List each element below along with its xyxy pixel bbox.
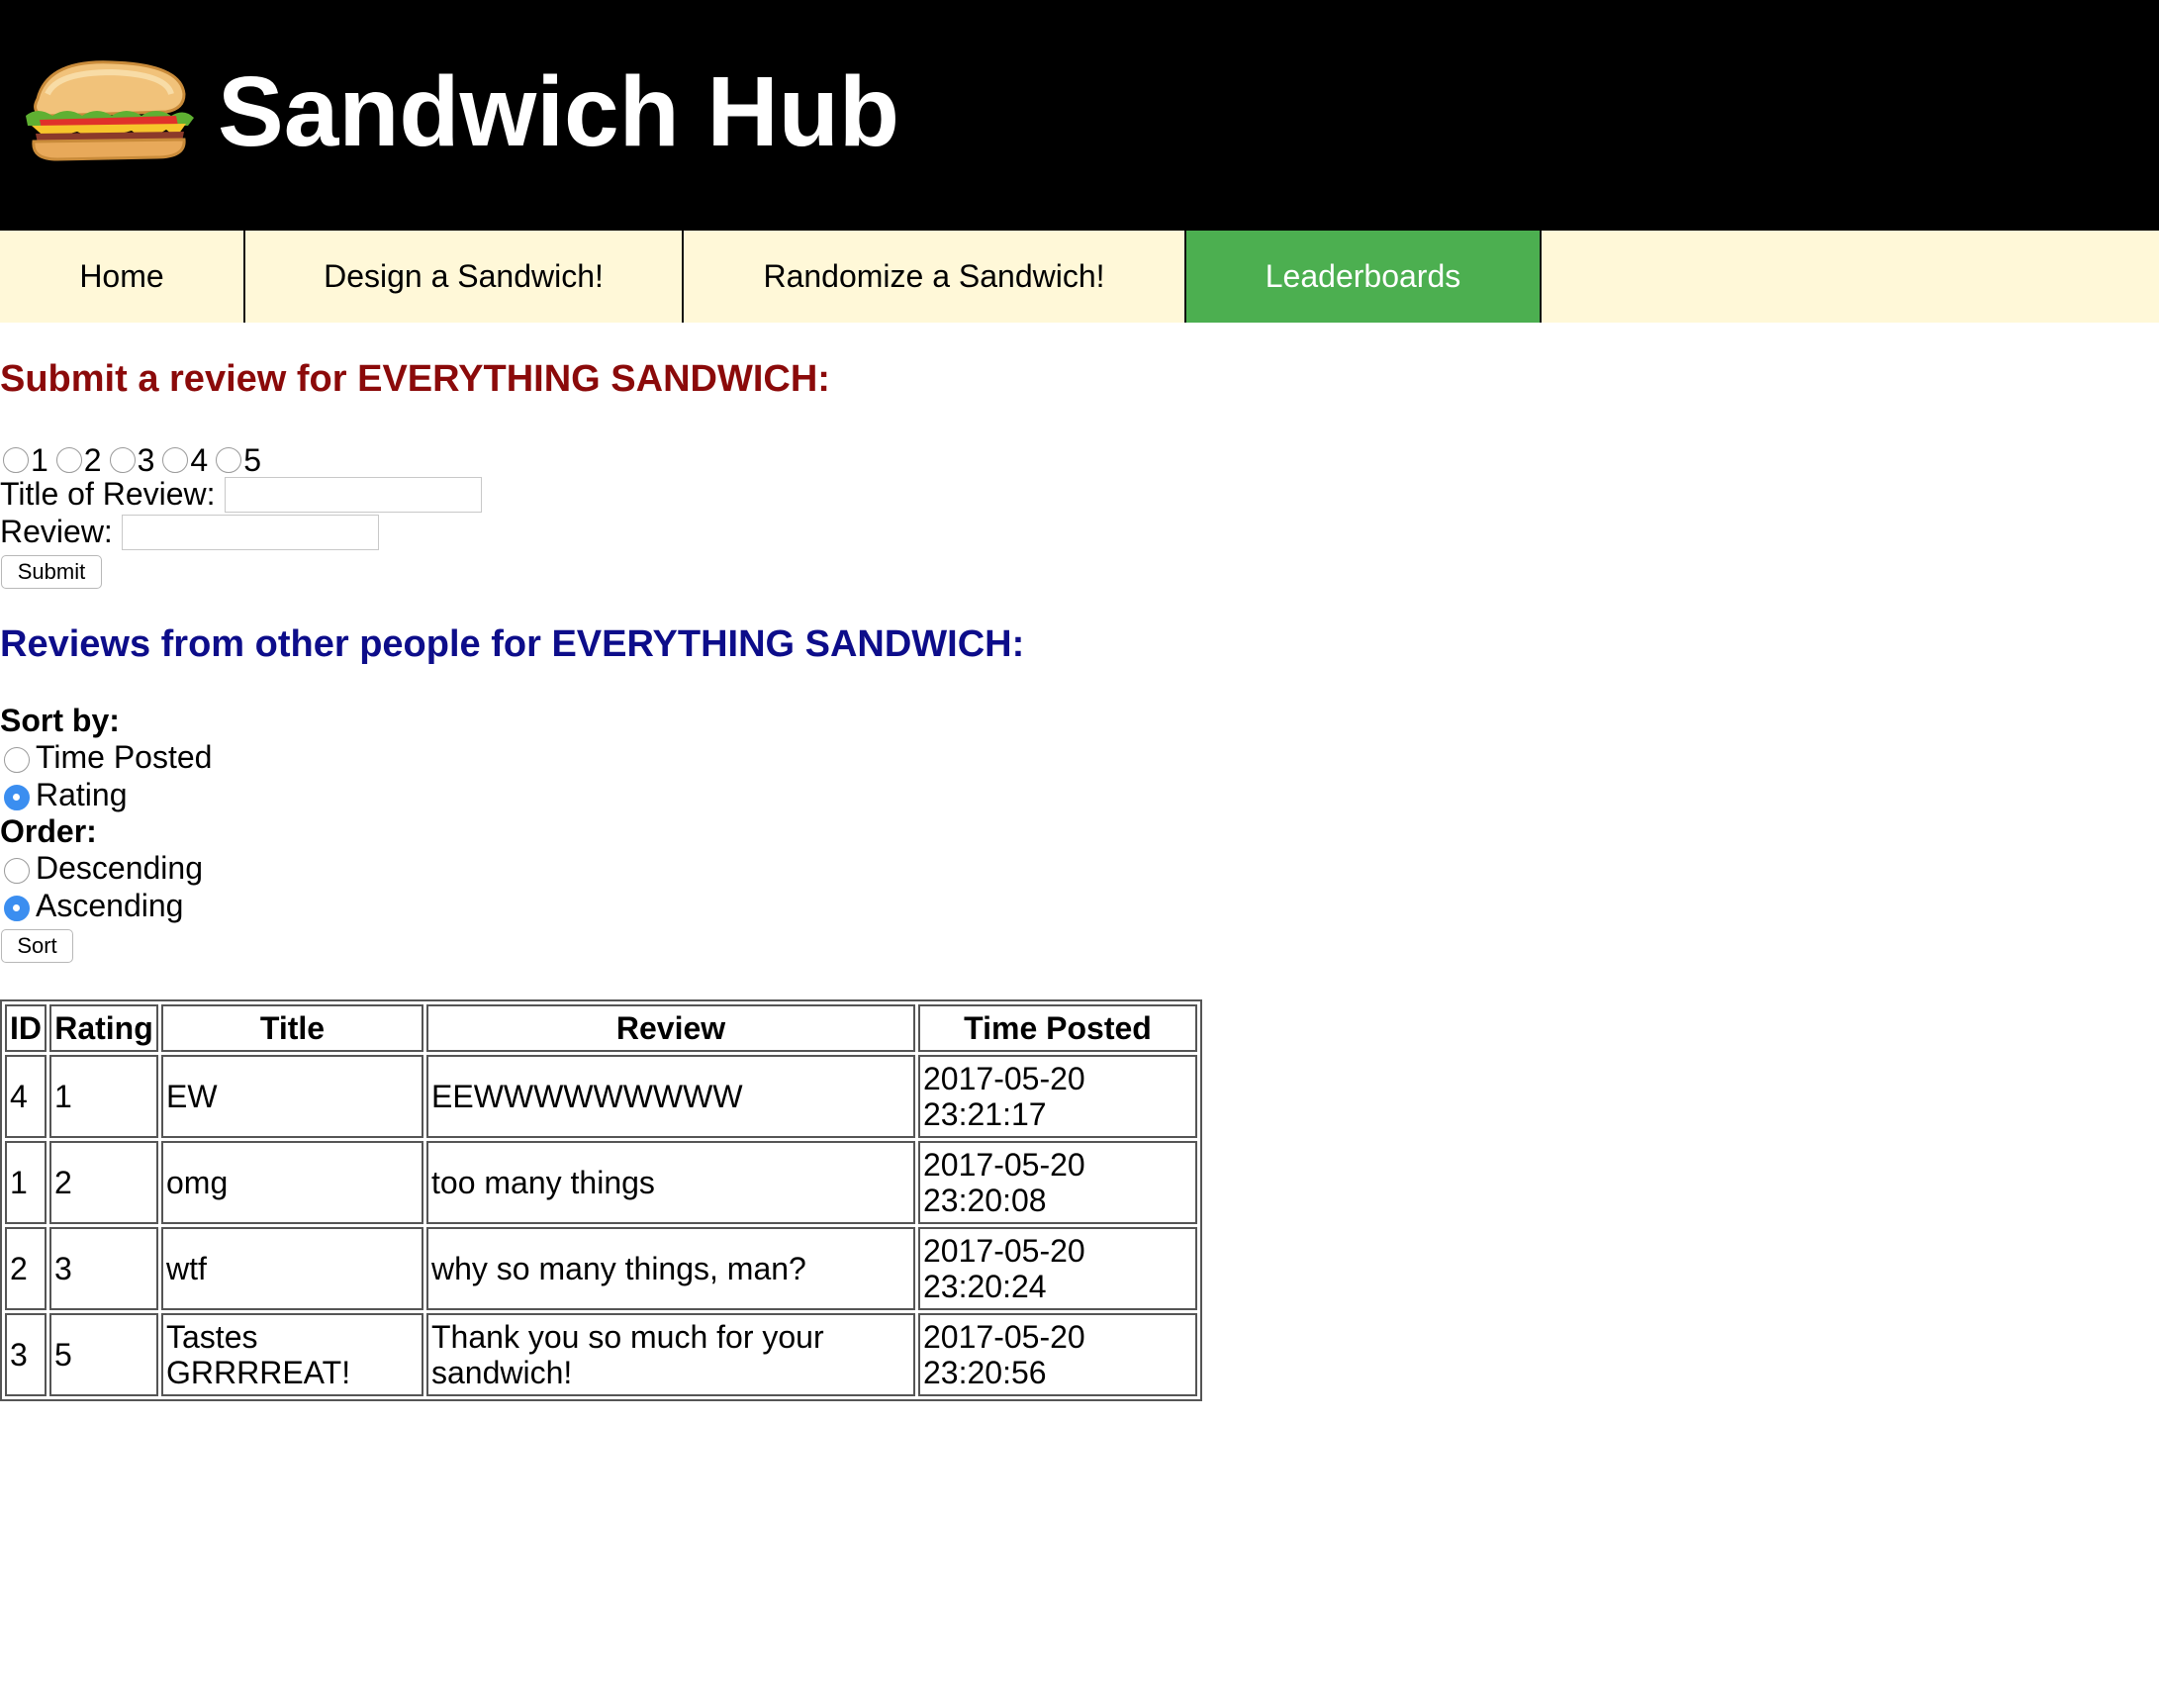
cell-id: 2 [5, 1227, 47, 1310]
sort-by-label: Sort by: [0, 703, 120, 738]
rating-radio-5[interactable] [216, 446, 242, 473]
order-label: Order: [0, 813, 97, 849]
rating-radio-3[interactable] [109, 446, 136, 473]
cell-rating: 1 [49, 1055, 158, 1138]
rating-option-5[interactable]: 5 [216, 439, 261, 478]
cell-review: too many things [426, 1141, 915, 1224]
cell-id: 1 [5, 1141, 47, 1224]
cell-title: Tastes GRRRREAT! [161, 1313, 423, 1396]
cell-time-posted: 2017-05-20 23:20:56 [918, 1313, 1197, 1396]
order-ascending-radio[interactable] [4, 895, 30, 921]
column-header-time-posted: Time Posted [918, 1004, 1197, 1052]
cell-review: EEWWWWWWWWW [426, 1055, 915, 1138]
nav-home[interactable]: Home [0, 231, 245, 323]
submit-button[interactable]: Submit [1, 555, 102, 589]
sort-option-time-posted[interactable]: Time Posted [0, 739, 212, 775]
cell-id: 4 [5, 1055, 47, 1138]
main-nav: Home Design a Sandwich! Randomize a Sand… [0, 231, 2159, 323]
reviews-heading: Reviews from other people for EVERYTHING… [0, 623, 1025, 665]
nav-randomize-sandwich[interactable]: Randomize a Sandwich! [684, 231, 1186, 323]
column-header-id: ID [5, 1004, 47, 1052]
sort-time-posted-radio[interactable] [4, 746, 30, 773]
table-row: 3 5 Tastes GRRRREAT! Thank you so much f… [5, 1313, 1197, 1396]
nav-leaderboards[interactable]: Leaderboards [1186, 231, 1542, 323]
rating-radio-4[interactable] [162, 446, 189, 473]
sort-option-rating[interactable]: Rating [0, 777, 128, 812]
table-row: 4 1 EW EEWWWWWWWWW 2017-05-20 23:21:17 [5, 1055, 1197, 1138]
rating-radio-group: 12345 [3, 439, 269, 478]
order-descending-radio[interactable] [4, 857, 30, 884]
cell-review: Thank you so much for your sandwich! [426, 1313, 915, 1396]
order-option-ascending[interactable]: Ascending [0, 888, 183, 923]
review-label: Review: [0, 514, 113, 549]
table-header-row: ID Rating Title Review Time Posted [5, 1004, 1197, 1052]
review-text-input[interactable] [122, 515, 379, 550]
nav-design-sandwich[interactable]: Design a Sandwich! [245, 231, 684, 323]
submit-review-heading: Submit a review for EVERYTHING SANDWICH: [0, 358, 830, 400]
review-title-input[interactable] [225, 477, 482, 513]
cell-time-posted: 2017-05-20 23:20:24 [918, 1227, 1197, 1310]
table-row: 1 2 omg too many things 2017-05-20 23:20:… [5, 1141, 1197, 1224]
cell-id: 3 [5, 1313, 47, 1396]
cell-title: EW [161, 1055, 423, 1138]
column-header-title: Title [161, 1004, 423, 1052]
order-option-descending[interactable]: Descending [0, 850, 203, 886]
sort-button[interactable]: Sort [1, 929, 73, 963]
cell-title: wtf [161, 1227, 423, 1310]
rating-option-2[interactable]: 2 [55, 439, 102, 478]
column-header-review: Review [426, 1004, 915, 1052]
cell-rating: 5 [49, 1313, 158, 1396]
cell-rating: 2 [49, 1141, 158, 1224]
rating-option-3[interactable]: 3 [109, 439, 154, 478]
cell-title: omg [161, 1141, 423, 1224]
cell-rating: 3 [49, 1227, 158, 1310]
sandwich-icon [26, 60, 194, 161]
cell-review: why so many things, man? [426, 1227, 915, 1310]
table-row: 2 3 wtf why so many things, man? 2017-05… [5, 1227, 1197, 1310]
column-header-rating: Rating [49, 1004, 158, 1052]
title-of-review-label: Title of Review: [0, 476, 216, 512]
reviews-table: ID Rating Title Review Time Posted 4 1 E… [0, 999, 1202, 1401]
rating-radio-1[interactable] [3, 446, 29, 473]
sort-rating-radio[interactable] [4, 784, 30, 810]
rating-option-1[interactable]: 1 [3, 439, 48, 478]
site-title: Sandwich Hub [218, 56, 899, 167]
cell-time-posted: 2017-05-20 23:21:17 [918, 1055, 1197, 1138]
rating-radio-2[interactable] [55, 446, 82, 473]
cell-time-posted: 2017-05-20 23:20:08 [918, 1141, 1197, 1224]
rating-option-4[interactable]: 4 [162, 439, 208, 478]
site-header: Sandwich Hub [0, 0, 2159, 231]
